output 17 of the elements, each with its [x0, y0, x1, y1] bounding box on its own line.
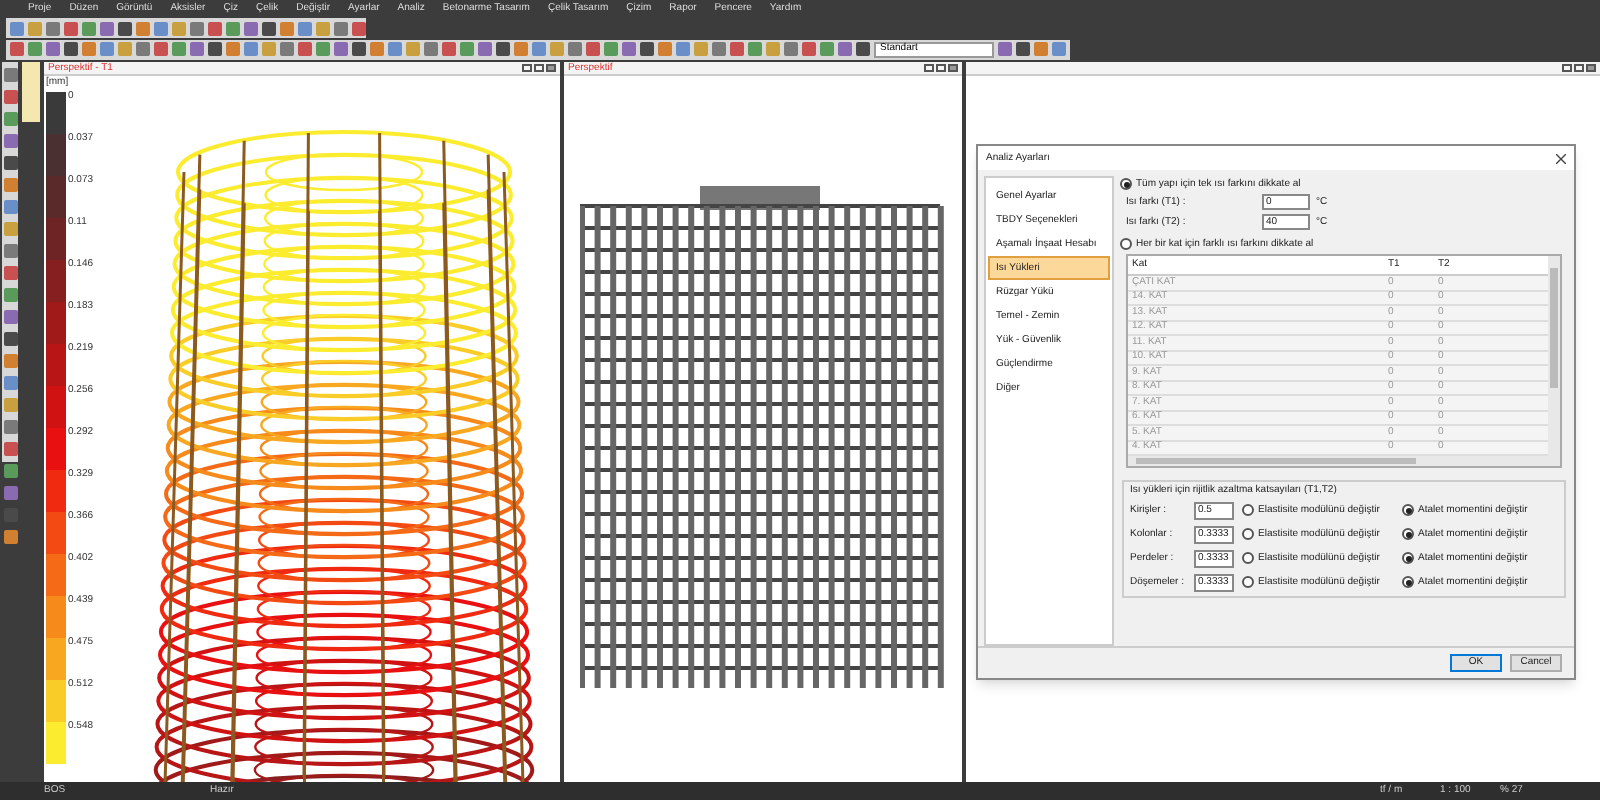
radio-button[interactable]	[1402, 504, 1414, 516]
maximize-icon[interactable]	[1574, 64, 1584, 72]
radio-button[interactable]	[1242, 504, 1254, 516]
radio-button[interactable]	[1120, 238, 1132, 250]
radio-button[interactable]	[1242, 528, 1254, 540]
close-icon[interactable]	[1556, 153, 1566, 163]
radio-button[interactable]	[1120, 178, 1132, 190]
maximize-icon[interactable]	[936, 64, 946, 72]
maximize-icon[interactable]	[534, 64, 544, 72]
radio-button[interactable]	[1242, 576, 1254, 588]
restore-icon[interactable]	[522, 64, 532, 72]
restore-icon[interactable]	[1562, 64, 1572, 72]
radio-button[interactable]	[1402, 528, 1414, 540]
radio-button[interactable]	[1242, 552, 1254, 564]
radio-button[interactable]	[1402, 576, 1414, 588]
radio-button[interactable]	[1402, 552, 1414, 564]
restore-icon[interactable]	[924, 64, 934, 72]
